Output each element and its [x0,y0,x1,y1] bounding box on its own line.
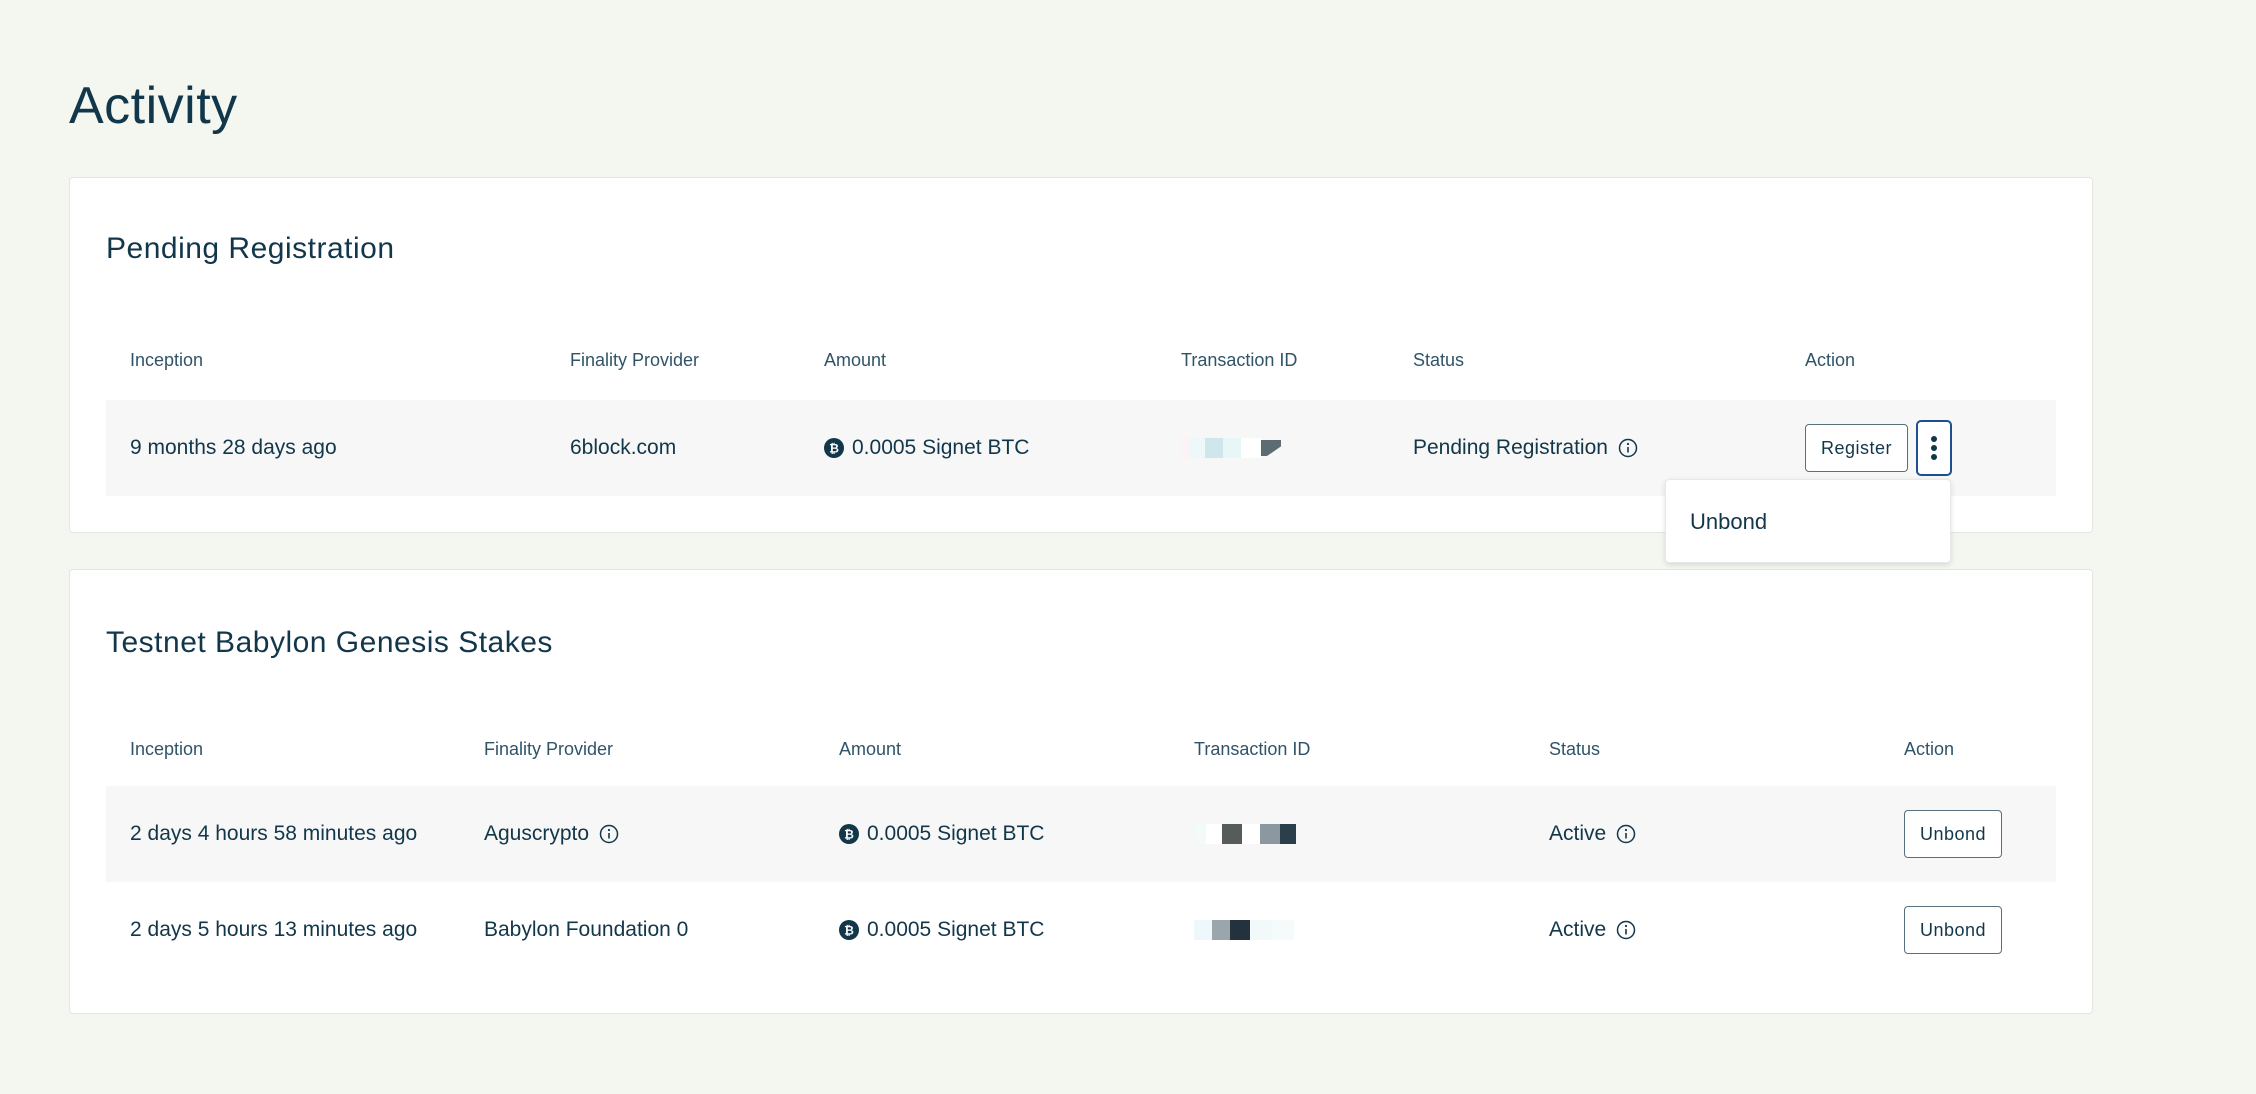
col-transaction-id: Transaction ID [1181,350,1298,370]
table-row: 2 days 4 hours 58 minutes ago Aguscrypto… [106,786,2056,882]
action-cell: Unbond [1904,786,2003,882]
status-text: Active [1549,918,1607,941]
status-cell: Active [1549,786,1636,882]
status-cell: Pending Registration [1413,400,1638,496]
col-action: Action [1805,350,1856,370]
unbond-button[interactable]: Unbond [1904,906,2003,954]
col-inception: Inception [130,739,204,759]
amount-value: 0.0005 Signet BTC [867,822,1045,845]
amount-cell: ₿ 0.0005 Signet BTC [839,786,1044,882]
info-circle-icon[interactable] [1616,824,1636,844]
svg-text:₿: ₿ [844,924,854,938]
col-transaction-id: Transaction ID [1194,739,1311,759]
bitcoin-icon: ₿ [839,824,859,844]
col-status: Status [1549,739,1601,759]
status-cell: Active [1549,882,1636,978]
more-actions-button[interactable] [1916,420,1952,476]
txid-identicon [1194,920,1294,940]
inception-cell: 2 days 4 hours 58 minutes ago [130,822,418,845]
page-title: Activity [69,77,238,135]
card-title: Testnet Babylon Genesis Stakes [106,626,553,659]
info-circle-icon[interactable] [1616,920,1636,940]
col-finality-provider: Finality Provider [484,739,614,759]
provider-cell: Aguscrypto [484,786,619,882]
inception-cell: 9 months 28 days ago [130,436,337,459]
svg-text:₿: ₿ [829,442,839,456]
col-finality-provider: Finality Provider [570,350,700,370]
table-row: 2 days 5 hours 13 minutes ago Babylon Fo… [106,882,2056,978]
bitcoin-icon: ₿ [824,438,844,458]
kebab-menu-icon [1931,436,1937,460]
col-status: Status [1413,350,1465,370]
info-circle-icon[interactable] [599,824,619,844]
info-circle-icon[interactable] [1618,438,1638,458]
txid-cell[interactable] [1194,882,1294,978]
col-action: Action [1904,739,1955,759]
action-cell: Unbond [1904,882,2003,978]
status-text: Pending Registration [1413,436,1608,459]
amount-value: 0.0005 Signet BTC [867,918,1045,941]
amount-cell: ₿ 0.0005 Signet BTC [839,882,1044,978]
txid-identicon [1194,824,1296,844]
amount-cell: ₿ 0.0005 Signet BTC [824,400,1029,496]
status-text: Active [1549,822,1607,845]
inception-cell: 2 days 5 hours 13 minutes ago [130,918,418,941]
amount-value: 0.0005 Signet BTC [852,436,1030,459]
txid-identicon [1181,438,1281,458]
txid-cell[interactable] [1194,786,1296,882]
provider-name: Aguscrypto [484,822,590,845]
stakes-card: Testnet Babylon Genesis Stakes Inception… [69,569,2093,1014]
bitcoin-icon: ₿ [839,920,859,940]
unbond-button[interactable]: Unbond [1904,810,2003,858]
register-button[interactable]: Register [1805,424,1909,472]
col-amount: Amount [839,739,902,759]
provider-cell: 6block.com [570,436,677,459]
svg-text:₿: ₿ [844,828,854,842]
more-actions-menu: Unbond [1665,479,1951,563]
menu-item-unbond[interactable]: Unbond [1690,480,1767,564]
provider-cell: Babylon Foundation 0 [484,918,689,941]
col-inception: Inception [130,350,204,370]
txid-cell[interactable] [1181,400,1281,496]
card-title: Pending Registration [106,232,395,265]
col-amount: Amount [824,350,887,370]
